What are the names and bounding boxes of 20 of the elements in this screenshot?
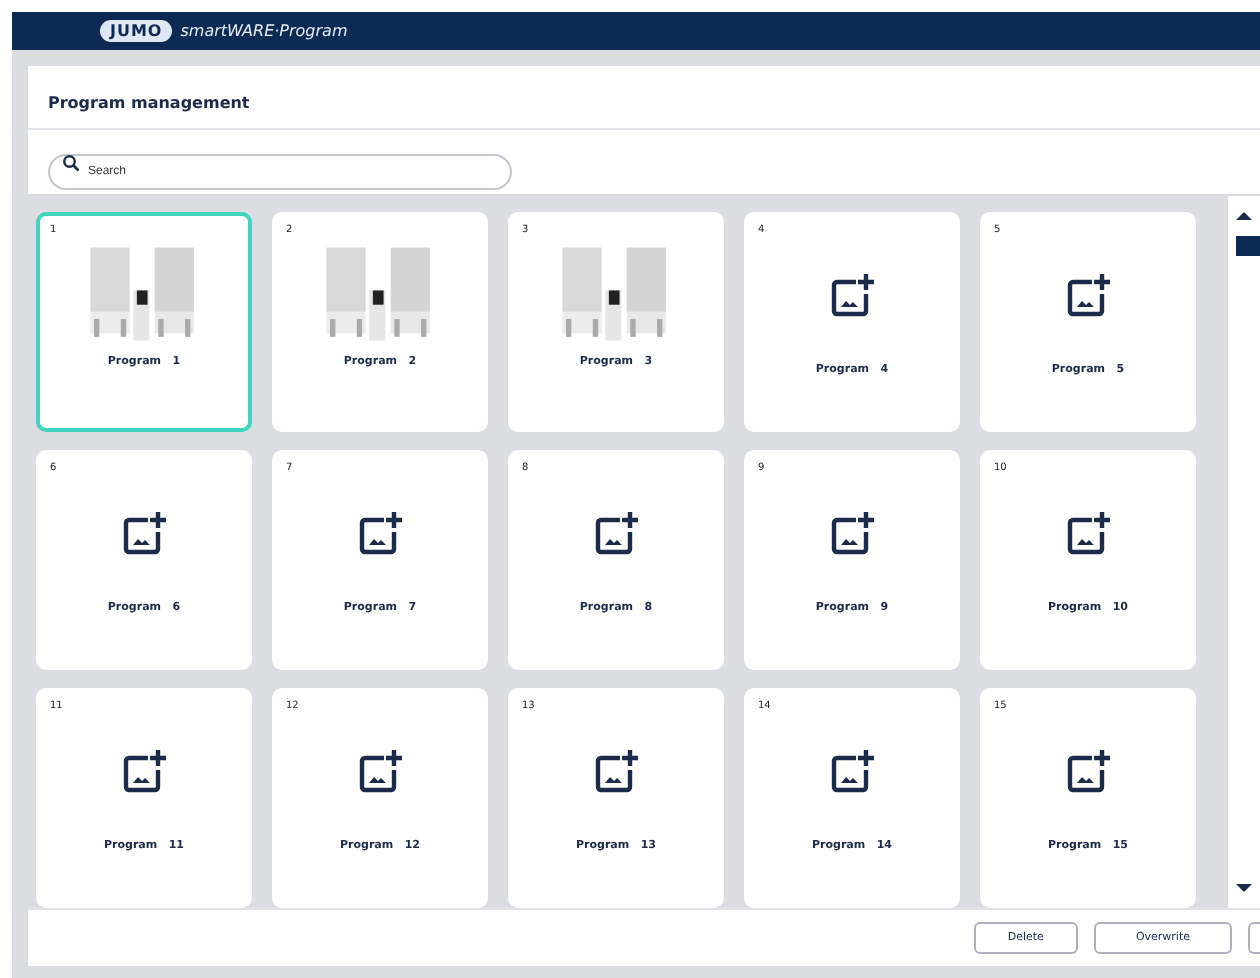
- scroll-down-icon[interactable]: [1236, 884, 1252, 892]
- add-image-icon: [1064, 510, 1112, 558]
- logo: JUMO: [100, 20, 173, 43]
- add-image-icon: [1064, 272, 1112, 320]
- add-image-icon: [828, 510, 876, 558]
- page-title: Program management: [28, 66, 1260, 130]
- scroll-up-icon[interactable]: [1236, 212, 1252, 220]
- add-image-icon: [356, 510, 404, 558]
- app-name: smartWARE·Program: [180, 22, 348, 41]
- add-image-icon: [592, 510, 640, 558]
- scrollbar[interactable]: [1226, 196, 1260, 908]
- add-image-icon: [120, 510, 168, 558]
- scroll-thumb[interactable]: [1236, 236, 1260, 256]
- add-image-icon: [592, 748, 640, 796]
- add-image-icon: [828, 748, 876, 796]
- add-image-icon: [828, 272, 876, 320]
- add-image-icon: [356, 748, 404, 796]
- add-image-icon: [120, 748, 168, 796]
- search-icon: [62, 154, 80, 172]
- add-image-icon: [1064, 748, 1112, 796]
